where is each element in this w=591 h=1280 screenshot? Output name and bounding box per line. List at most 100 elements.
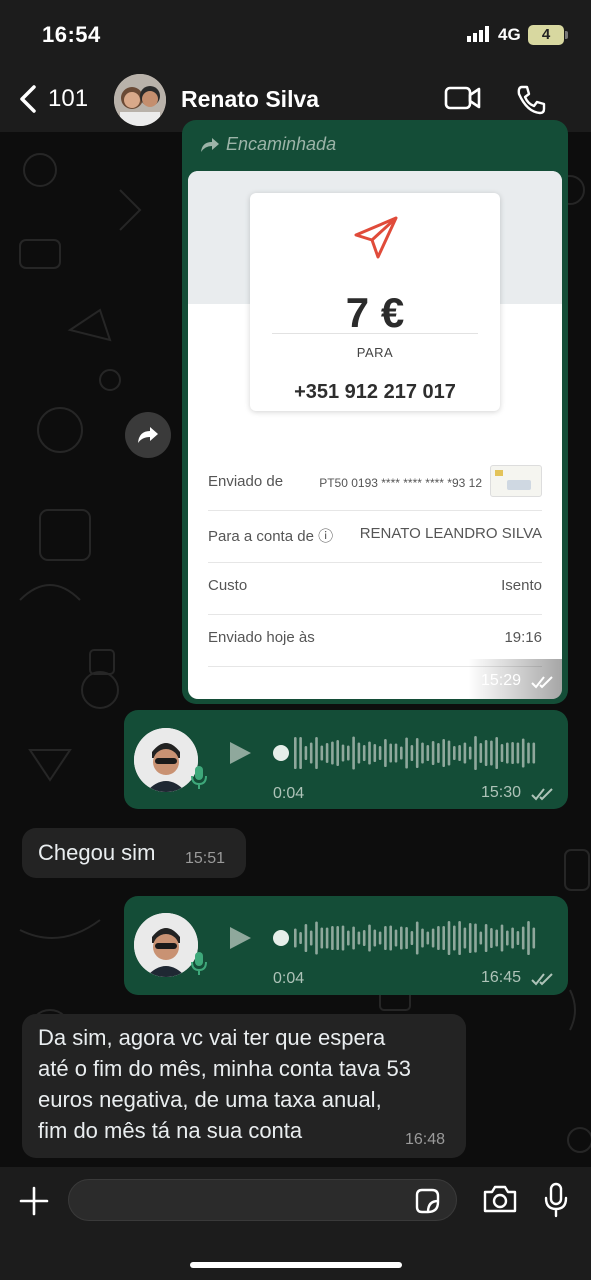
signal-icon [467, 26, 489, 42]
waveform-bar [479, 743, 483, 763]
plus-icon[interactable] [18, 1185, 50, 1217]
waveform-bar [437, 743, 440, 763]
bank-card-thumbnail [490, 465, 542, 497]
waveform-bar [415, 738, 419, 768]
receipt-row-value: Isento [501, 577, 542, 594]
waveform-bar [516, 931, 520, 945]
waveform-bar [384, 739, 387, 767]
waveform-bar [304, 924, 308, 952]
video-call-icon[interactable] [444, 84, 482, 112]
waveform-bar [347, 745, 350, 761]
double-check-icon [531, 676, 553, 689]
camera-icon[interactable] [482, 1184, 518, 1214]
status-bar: 16:54 4G 4 [0, 0, 591, 70]
waveform-scrubber[interactable] [273, 930, 289, 946]
waveform-bar [336, 926, 339, 950]
waveform-bar [389, 925, 392, 951]
waveform-bar [421, 928, 424, 948]
waveform-bar [325, 927, 329, 949]
waveform-bar [458, 921, 461, 955]
receipt-row-account: Para a conta de ⓘ RENATO LEANDRO SILVA [208, 511, 542, 563]
waveform-bar [415, 921, 419, 955]
waveform-bar [294, 928, 297, 948]
avatar-photo [114, 74, 166, 126]
message-text-block: Da sim, agora vc vai ter que espera até … [38, 1022, 411, 1146]
waveform-bar [532, 742, 536, 764]
to-label: PARA [356, 345, 394, 360]
waveform-bar [341, 744, 345, 762]
waveform-bar [453, 746, 456, 760]
waveform-bar [495, 929, 498, 947]
phone-icon[interactable] [515, 84, 547, 116]
waveform-bar [357, 931, 361, 945]
recipient-phone: +351 912 217 017 [294, 381, 456, 403]
waveform-bar [437, 926, 440, 950]
waveform-bar [320, 745, 324, 761]
waveform-scrubber[interactable] [273, 745, 289, 761]
waveform-bar [521, 926, 525, 950]
receipt-divider [272, 333, 478, 334]
receipt-row-value: 19:16 [504, 629, 542, 646]
waveform-bar [500, 924, 504, 952]
waveform-bar [368, 741, 371, 765]
waveform-bar [304, 746, 308, 760]
waveform-bar [325, 743, 329, 763]
back-button[interactable]: 101 [18, 84, 88, 114]
waveform-bar [506, 742, 509, 764]
waveform-bar [521, 738, 525, 768]
message-line: Da sim, agora vc vai ter que espera [38, 1025, 386, 1050]
contact-name[interactable]: Renato Silva [181, 86, 319, 113]
forwarded-text: Encaminhada [226, 134, 337, 154]
double-check-icon [531, 973, 553, 986]
receipt-row-value: RENATO LEANDRO SILVA [359, 525, 542, 542]
waveform-bar [389, 743, 392, 763]
avatar-photo [134, 913, 198, 977]
waveform-bar [405, 927, 408, 949]
contact-avatar[interactable] [114, 74, 166, 126]
message-text: Chegou sim [38, 840, 156, 865]
waveform-bar [378, 931, 382, 945]
waveform-bar [394, 743, 398, 763]
waveform-bar [331, 926, 334, 950]
home-indicator [190, 1262, 402, 1268]
waveform-bar [516, 742, 520, 764]
waveform-bar [490, 740, 493, 766]
message-time: 15:30 [481, 784, 522, 801]
waveform-bar [421, 742, 424, 764]
waveform-bar [468, 923, 472, 953]
transfer-receipt-image[interactable]: 7 € PARA +351 912 217 017 Enviado de PT5… [188, 171, 562, 699]
message-time: 16:45 [481, 969, 522, 986]
waveform-bar [400, 926, 403, 950]
sticker-icon[interactable] [413, 1187, 441, 1215]
message-line: euros negativa, de uma taxa anual, [38, 1087, 382, 1112]
receipt-row-label: Custo [208, 577, 248, 594]
forward-button[interactable] [125, 412, 171, 458]
play-icon[interactable] [227, 740, 253, 766]
waveform-bar [458, 745, 461, 761]
avatar-photo [134, 728, 198, 792]
voice-waveform[interactable] [272, 917, 544, 959]
waveform-bar [447, 921, 451, 955]
mic-icon[interactable] [543, 1182, 569, 1218]
battery-indicator: 4 [528, 25, 564, 45]
receipt-row-cost: Custo Isento [208, 563, 542, 615]
double-check-icon [531, 788, 553, 801]
play-icon[interactable] [227, 925, 253, 951]
network-type: 4G [498, 25, 521, 44]
waveform-bar [484, 740, 488, 766]
waveform-bar [373, 929, 377, 947]
waveform-bar [352, 736, 355, 770]
mic-icon [191, 952, 207, 975]
message-time: 16:48 [405, 1131, 446, 1148]
waveform-bar [410, 745, 414, 761]
waveform-bar [442, 739, 445, 767]
waveform-bar [384, 926, 387, 950]
transfer-amount: 7 € [345, 289, 405, 336]
receipt-row-label: Enviado de [208, 473, 284, 490]
forwarded-label: Encaminhada [200, 134, 336, 155]
voice-waveform[interactable] [272, 732, 544, 774]
waveform-bar [357, 742, 361, 764]
waveform-bar [400, 746, 403, 760]
message-input[interactable] [68, 1179, 457, 1221]
receipt-row-label: Enviado hoje às [208, 629, 315, 646]
